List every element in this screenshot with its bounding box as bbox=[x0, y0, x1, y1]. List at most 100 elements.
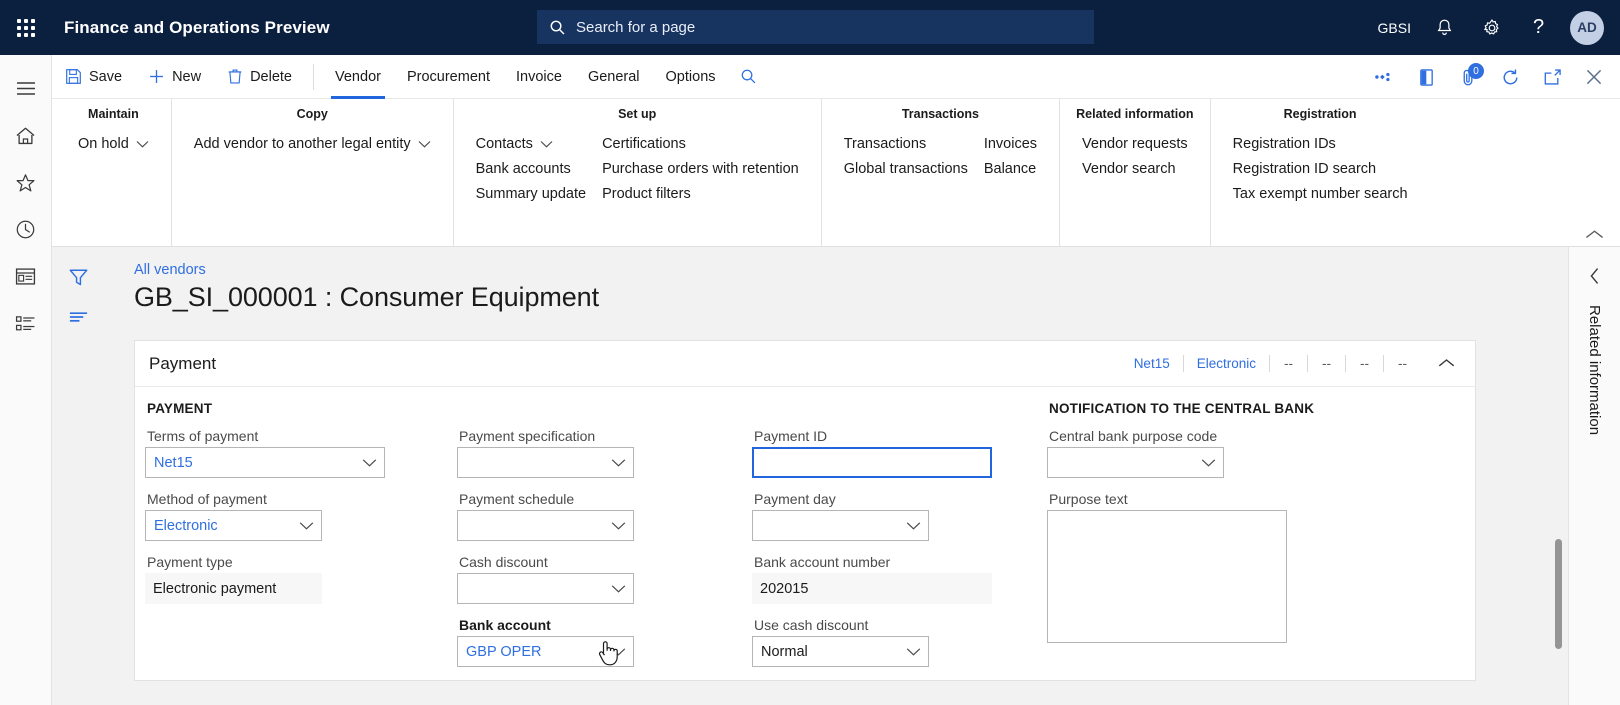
app-launcher-icon[interactable] bbox=[0, 0, 52, 55]
trash-icon bbox=[228, 69, 242, 84]
field-value: GBP OPER bbox=[466, 643, 542, 660]
ribbon-item-bank-accounts[interactable]: Bank accounts bbox=[468, 157, 594, 181]
payment-id-input[interactable] bbox=[752, 447, 992, 478]
summary-chip-6[interactable]: -- bbox=[1384, 356, 1421, 371]
field-value: Electronic bbox=[154, 517, 218, 534]
tab-general[interactable]: General bbox=[575, 55, 653, 99]
field-payment-schedule: Payment schedule bbox=[457, 491, 728, 541]
tab-vendor[interactable]: Vendor bbox=[322, 55, 394, 99]
ribbon-item-vendor-search[interactable]: Vendor search bbox=[1074, 157, 1196, 181]
save-icon bbox=[66, 69, 81, 84]
refresh-icon[interactable] bbox=[1490, 55, 1530, 99]
settings-gear-icon[interactable] bbox=[1468, 0, 1515, 55]
notifications-bell-icon[interactable] bbox=[1421, 0, 1468, 55]
method-of-payment-combobox[interactable]: Electronic bbox=[145, 510, 322, 541]
field-label: Bank account number bbox=[754, 554, 891, 570]
field-value: 202015 bbox=[760, 580, 809, 597]
collapse-action-pane-button[interactable] bbox=[1576, 222, 1612, 248]
command-search-icon[interactable] bbox=[729, 55, 769, 99]
field-payment-id: Payment ID bbox=[752, 428, 1023, 478]
company-selector[interactable]: GBSI bbox=[1368, 0, 1421, 55]
modules-list-icon[interactable] bbox=[0, 300, 52, 347]
avatar[interactable]: AD bbox=[1570, 10, 1604, 45]
chevron-down-icon bbox=[611, 521, 626, 531]
search-input[interactable]: Search for a page bbox=[537, 10, 1094, 44]
chevron-down-icon bbox=[611, 458, 626, 468]
summary-chip-3[interactable]: -- bbox=[1270, 356, 1307, 371]
field-value: Electronic payment bbox=[153, 580, 277, 597]
field-label: Method of payment bbox=[147, 491, 267, 507]
show-list-icon[interactable] bbox=[60, 301, 96, 333]
workspaces-icon[interactable] bbox=[0, 253, 52, 300]
home-icon[interactable] bbox=[0, 112, 52, 159]
payment-specification-combobox[interactable] bbox=[457, 447, 634, 478]
payment-fasttab: Payment Net15 Electronic -- -- -- -- PAY… bbox=[134, 340, 1476, 681]
use-cash-discount-combobox[interactable]: Normal bbox=[752, 636, 929, 667]
bank-account-combobox[interactable]: GBP OPER bbox=[457, 636, 634, 667]
ribbon-item-vendor-requests[interactable]: Vendor requests bbox=[1074, 132, 1196, 156]
summary-chip-terms[interactable]: Net15 bbox=[1121, 356, 1183, 371]
field-bank-account: Bank account GBP OPER bbox=[457, 617, 728, 667]
field-bank-account-number: Bank account number 202015 bbox=[752, 554, 1023, 604]
ribbon-item-registration-id-search[interactable]: Registration ID search bbox=[1225, 157, 1416, 181]
field-value: Normal bbox=[761, 643, 808, 660]
power-apps-icon[interactable] bbox=[1364, 55, 1404, 99]
related-information-label[interactable]: Related information bbox=[1586, 305, 1603, 435]
attachments-icon[interactable]: 0 bbox=[1448, 55, 1488, 99]
ribbon-item-purchase-orders-with-retention[interactable]: Purchase orders with retention bbox=[594, 157, 807, 181]
ribbon-item-transactions[interactable]: Transactions bbox=[836, 132, 976, 156]
ribbon-item-product-filters[interactable]: Product filters bbox=[594, 182, 807, 206]
ribbon-item-balance[interactable]: Balance bbox=[976, 157, 1045, 181]
ribbon-item-invoices[interactable]: Invoices bbox=[976, 132, 1045, 156]
ribbon-item-contacts[interactable]: Contacts bbox=[468, 132, 594, 156]
field-label: Bank account bbox=[459, 617, 551, 633]
ribbon-item-registration-ids[interactable]: Registration IDs bbox=[1225, 132, 1416, 156]
chevron-up-icon bbox=[1585, 230, 1603, 238]
hamburger-menu-icon[interactable] bbox=[0, 65, 52, 112]
breadcrumb[interactable]: All vendors bbox=[134, 262, 1568, 278]
field-terms-of-payment: Terms of payment Net15 bbox=[145, 428, 433, 478]
collapse-fasttab-icon[interactable] bbox=[1431, 349, 1461, 379]
new-button[interactable]: New bbox=[135, 55, 214, 99]
ribbon-item-add-vendor-to-another-legal-entity[interactable]: Add vendor to another legal entity bbox=[186, 132, 439, 156]
favorites-star-icon[interactable] bbox=[0, 159, 52, 206]
chevron-down-icon bbox=[906, 647, 921, 657]
help-icon[interactable]: ? bbox=[1515, 0, 1562, 55]
tab-invoice[interactable]: Invoice bbox=[503, 55, 575, 99]
filter-funnel-icon[interactable] bbox=[60, 261, 96, 293]
open-in-new-window-icon[interactable] bbox=[1532, 55, 1572, 99]
summary-chip-5[interactable]: -- bbox=[1346, 356, 1383, 371]
close-icon[interactable] bbox=[1574, 55, 1614, 99]
expand-related-information-icon[interactable] bbox=[1580, 261, 1610, 291]
office-apps-icon[interactable] bbox=[1406, 55, 1446, 99]
purpose-text-textarea[interactable] bbox=[1047, 510, 1287, 643]
summary-chip-4[interactable]: -- bbox=[1308, 356, 1345, 371]
field-payment-specification: Payment specification bbox=[457, 428, 728, 478]
delete-button[interactable]: Delete bbox=[214, 55, 305, 99]
ribbon-item-global-transactions[interactable]: Global transactions bbox=[836, 157, 976, 181]
recent-clock-icon[interactable] bbox=[0, 206, 52, 253]
central-bank-purpose-code-combobox[interactable] bbox=[1047, 447, 1224, 478]
save-button[interactable]: Save bbox=[52, 55, 135, 99]
ribbon-group-title: Maintain bbox=[88, 107, 139, 121]
summary-chip-method[interactable]: Electronic bbox=[1184, 356, 1269, 371]
related-information-panel: Related information bbox=[1568, 247, 1620, 705]
payment-schedule-combobox[interactable] bbox=[457, 510, 634, 541]
chevron-down-icon bbox=[418, 140, 431, 148]
ribbon-item-on-hold[interactable]: On hold bbox=[70, 132, 157, 156]
tab-options[interactable]: Options bbox=[653, 55, 729, 99]
chevron-down-icon bbox=[540, 140, 553, 148]
cash-discount-combobox[interactable] bbox=[457, 573, 634, 604]
payment-day-combobox[interactable] bbox=[752, 510, 929, 541]
ribbon-group-set-up: Set up Contacts Bank accounts Summary up… bbox=[452, 99, 821, 246]
payment-fasttab-header[interactable]: Payment Net15 Electronic -- -- -- -- bbox=[135, 341, 1475, 387]
tab-procurement[interactable]: Procurement bbox=[394, 55, 503, 99]
terms-of-payment-combobox[interactable]: Net15 bbox=[145, 447, 385, 478]
ribbon-item-summary-update[interactable]: Summary update bbox=[468, 182, 594, 206]
content-area: All vendors GB_SI_000001 : Consumer Equi… bbox=[52, 247, 1568, 705]
chevron-down-icon bbox=[136, 140, 149, 148]
field-label: Purpose text bbox=[1049, 491, 1128, 507]
ribbon-item-certifications[interactable]: Certifications bbox=[594, 132, 807, 156]
ribbon-item-tax-exempt-number-search[interactable]: Tax exempt number search bbox=[1225, 182, 1416, 206]
vertical-scrollbar-thumb[interactable] bbox=[1555, 539, 1562, 649]
